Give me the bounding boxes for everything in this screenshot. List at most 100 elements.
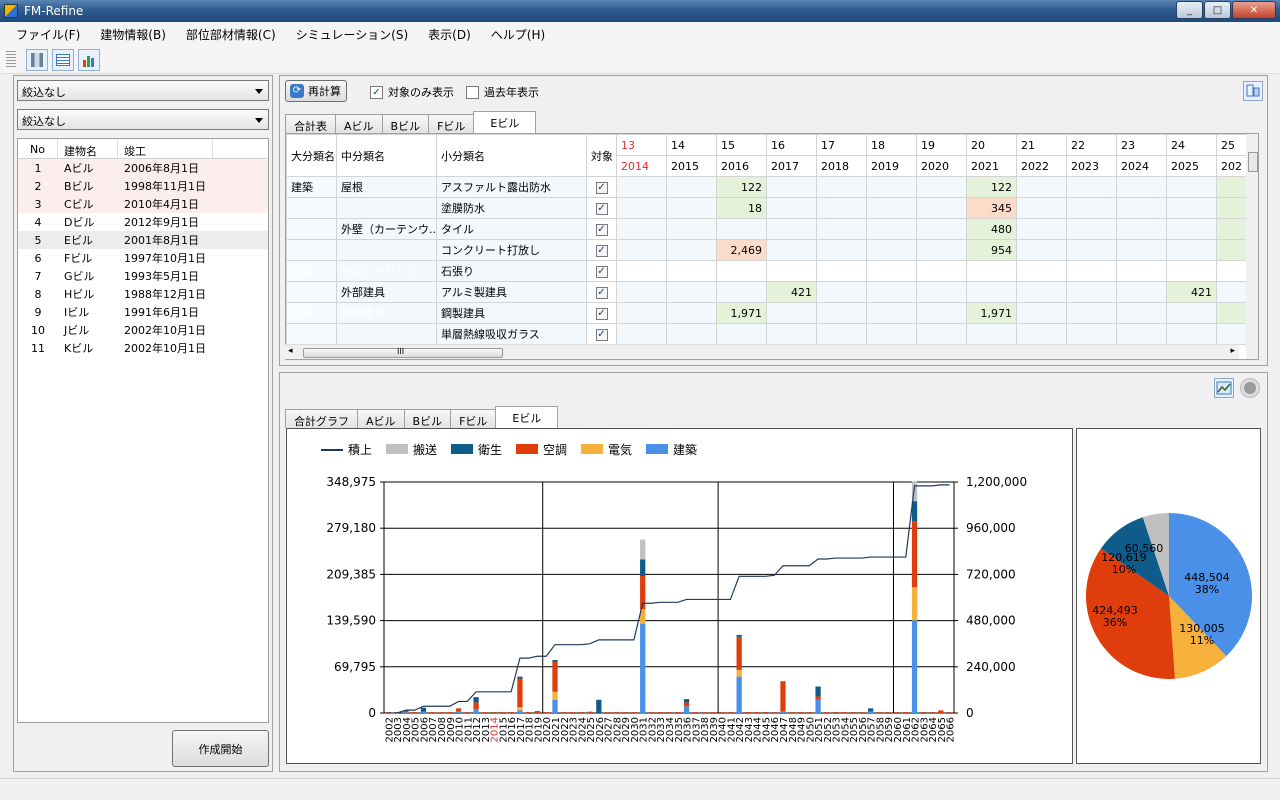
cost-cell[interactable]	[966, 323, 1017, 345]
grid-row[interactable]: 外壁（カーテンウ... タイル ✓ 480	[286, 218, 1258, 240]
cost-cell[interactable]	[816, 323, 867, 345]
cost-cell[interactable]	[1116, 176, 1167, 198]
grid-row[interactable]: 単層熱線吸収ガラス ✓	[286, 323, 1258, 345]
cost-cell[interactable]	[866, 302, 917, 324]
cost-cell[interactable]	[766, 239, 817, 261]
cost-cell[interactable]	[616, 281, 667, 303]
cost-cell[interactable]: 122	[716, 176, 767, 198]
menu-building[interactable]: 建物情報(B)	[90, 26, 176, 43]
cost-cell[interactable]	[866, 197, 917, 219]
cost-cell[interactable]	[1166, 323, 1217, 345]
scroll-left-icon[interactable]: ◂	[288, 346, 293, 356]
create-start-button[interactable]: 作成開始	[172, 730, 269, 767]
cost-cell[interactable]	[816, 239, 867, 261]
grid-row[interactable]: 外部建具 アルミ製建具 ✓ 421 421	[286, 281, 1258, 303]
menu-simulation[interactable]: シミュレーション(S)	[286, 26, 419, 43]
cost-cell[interactable]	[1016, 281, 1067, 303]
building-view-icon[interactable]	[26, 48, 48, 71]
checkbox-box[interactable]: ✓	[370, 85, 383, 99]
tab-3[interactable]: Fビル	[428, 114, 475, 133]
recalc-button[interactable]: ⟳ 再計算	[285, 80, 347, 102]
target-checkbox[interactable]: ✓	[595, 266, 608, 278]
cost-cell[interactable]	[1166, 176, 1217, 198]
cost-cell[interactable]	[1016, 176, 1067, 198]
target-checkbox[interactable]: ✓	[595, 224, 608, 236]
cost-cell[interactable]	[916, 218, 967, 240]
cost-cell[interactable]	[1066, 197, 1117, 219]
cost-cell[interactable]	[616, 302, 667, 324]
cost-cell[interactable]	[1116, 281, 1167, 303]
tab-0[interactable]: 合計表	[285, 114, 336, 133]
cost-cell[interactable]	[1166, 239, 1217, 261]
tab-2[interactable]: Bビル	[381, 114, 430, 133]
cost-cell[interactable]	[716, 218, 767, 240]
building-row[interactable]: 4 Dビル 2012年9月1日	[18, 213, 268, 231]
tab-1[interactable]: Aビル	[335, 114, 383, 133]
building-row[interactable]: 10 Jビル 2002年10月1日	[18, 321, 268, 339]
cost-cell[interactable]	[1116, 197, 1167, 219]
cost-cell[interactable]: 18	[716, 197, 767, 219]
target-checkbox[interactable]: ✓	[595, 182, 608, 194]
cost-cell[interactable]	[616, 323, 667, 345]
cost-cell[interactable]	[766, 302, 817, 324]
cost-cell[interactable]	[1016, 323, 1067, 345]
grid-row[interactable]: 塗膜防水 ✓ 18 345	[286, 197, 1258, 219]
cost-cell[interactable]	[1016, 197, 1067, 219]
cost-cell[interactable]	[666, 323, 717, 345]
cost-cell[interactable]	[1116, 218, 1167, 240]
filter-select-1[interactable]: 絞込なし	[17, 80, 269, 101]
filter-select-2[interactable]: 絞込なし	[17, 109, 269, 130]
cost-cell[interactable]: 421	[766, 281, 817, 303]
cost-cell[interactable]: 480	[966, 218, 1017, 240]
cost-cell[interactable]	[716, 260, 767, 282]
cost-cell[interactable]	[916, 281, 967, 303]
building-row[interactable]: 6 Fビル 1997年10月1日	[18, 249, 268, 267]
cost-cell[interactable]	[1066, 239, 1117, 261]
target-checkbox[interactable]: ✓	[595, 287, 608, 299]
chart-view-icon[interactable]	[78, 48, 100, 71]
cost-cell[interactable]	[916, 260, 967, 282]
cost-cell[interactable]	[616, 239, 667, 261]
tab-2[interactable]: Bビル	[403, 409, 452, 428]
cost-cell[interactable]: 954	[966, 239, 1017, 261]
scroll-thumb[interactable]	[1248, 152, 1258, 172]
cost-cell[interactable]	[766, 176, 817, 198]
cost-cell[interactable]	[916, 176, 967, 198]
cost-cell[interactable]	[816, 197, 867, 219]
cost-cell[interactable]	[866, 260, 917, 282]
chart-export-icon[interactable]	[1214, 378, 1234, 398]
tab-4[interactable]: Eビル	[495, 406, 559, 428]
cost-cell[interactable]	[1066, 176, 1117, 198]
cost-cell[interactable]	[766, 323, 817, 345]
cost-cell[interactable]	[666, 239, 717, 261]
building-row[interactable]: 11 Kビル 2002年10月1日	[18, 339, 268, 357]
cost-cell[interactable]	[766, 218, 817, 240]
cost-cell[interactable]	[866, 281, 917, 303]
pie-toggle-icon[interactable]	[1240, 378, 1260, 398]
cost-cell[interactable]: 345	[966, 197, 1017, 219]
cost-cell[interactable]	[1066, 260, 1117, 282]
cost-cell[interactable]	[666, 302, 717, 324]
tab-0[interactable]: 合計グラフ	[285, 409, 358, 428]
building-row[interactable]: 8 Hビル 1988年12月1日	[18, 285, 268, 303]
building-row[interactable]: 2 Bビル 1998年11月1日	[18, 177, 268, 195]
cost-cell[interactable]	[666, 176, 717, 198]
building-row[interactable]: 3 Cビル 2010年4月1日	[18, 195, 268, 213]
cost-cell[interactable]: 1,971	[966, 302, 1017, 324]
scroll-right-icon[interactable]: ▸	[1230, 346, 1235, 356]
cost-cell[interactable]	[1016, 260, 1067, 282]
cost-cell[interactable]	[816, 176, 867, 198]
cost-cell[interactable]	[816, 302, 867, 324]
cost-cell[interactable]	[916, 323, 967, 345]
cost-cell[interactable]	[1116, 260, 1167, 282]
target-checkbox[interactable]: ✓	[595, 329, 608, 341]
table-view-icon[interactable]	[52, 48, 74, 71]
cost-cell[interactable]	[816, 281, 867, 303]
cost-cell[interactable]	[1016, 218, 1067, 240]
cost-cell[interactable]	[1166, 218, 1217, 240]
menu-view[interactable]: 表示(D)	[418, 26, 481, 43]
past-years-checkbox[interactable]: 過去年表示	[466, 84, 539, 100]
column-completed[interactable]: 竣工	[118, 139, 213, 158]
menu-help[interactable]: ヘルプ(H)	[481, 26, 555, 43]
building-row[interactable]: 1 Aビル 2006年8月1日	[18, 159, 268, 177]
